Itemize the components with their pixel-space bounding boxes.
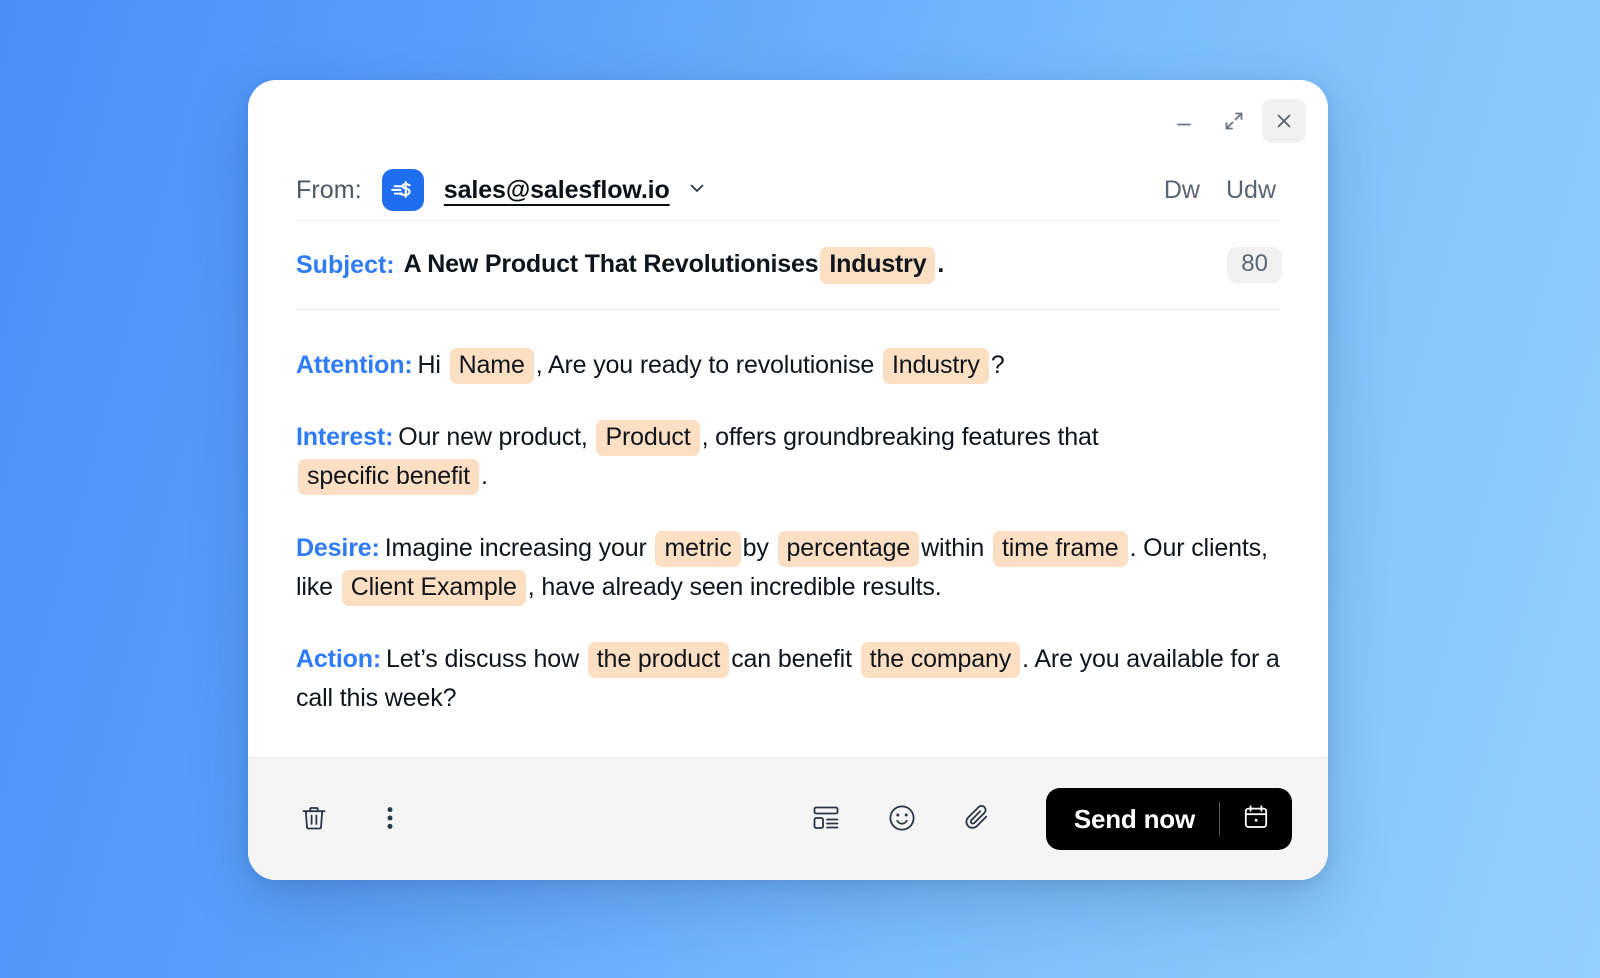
sender-email[interactable]: sales@salesflow.io [444, 176, 670, 205]
close-icon [1273, 110, 1295, 132]
interest-seg3: . [480, 462, 488, 490]
insert-emoji-button[interactable] [878, 795, 926, 843]
action-seg1: Let’s discuss how [386, 644, 579, 673]
delete-draft-button[interactable] [290, 795, 338, 843]
template-icon [810, 802, 842, 837]
attention-seg2: , Are you ready to revolutionise [535, 351, 875, 379]
desire-seg3: within [921, 533, 985, 562]
subject-text-before: A New Product That Revolutionises [403, 249, 819, 278]
send-button-group[interactable]: Send now [1045, 788, 1292, 850]
from-row: From: sales@salesflow.io Dw Udw [248, 146, 1328, 220]
interest-seg1: Our new product, [398, 422, 588, 451]
expand-icon [1222, 109, 1246, 133]
calendar-icon [1242, 803, 1270, 836]
paragraph-action: Action: Let’s discuss how the product can … [296, 640, 1280, 719]
subject-row: Subject: A New Product That Revolutionis… [248, 221, 1328, 309]
desire-tag-metric[interactable]: metric [655, 530, 741, 567]
interest-tag-benefit[interactable]: specific benefit [298, 459, 479, 495]
subject-label: Subject: [296, 250, 395, 279]
attach-file-button[interactable] [954, 795, 1002, 843]
interest-tag-product[interactable]: Product [596, 419, 700, 456]
action-label: Action: [296, 644, 382, 673]
desire-seg5: , have already seen incredible results. [527, 573, 942, 601]
toolbar-left-group [290, 795, 414, 843]
trash-icon [299, 803, 329, 836]
send-now-button[interactable]: Send now [1046, 804, 1219, 835]
paragraph-attention: Attention: Hi Name, Are you ready to revo… [296, 346, 1280, 386]
insert-template-button[interactable] [802, 795, 850, 843]
interest-label: Interest: [296, 422, 394, 451]
action-tag-product[interactable]: the product [587, 641, 730, 678]
close-button[interactable] [1262, 99, 1306, 143]
expand-button[interactable] [1212, 99, 1256, 143]
desire-tag-timeframe[interactable]: time frame [992, 530, 1128, 567]
minimize-button[interactable] [1162, 99, 1206, 143]
sender-dropdown-button[interactable] [686, 177, 708, 204]
action-tag-company[interactable]: the company [860, 641, 1021, 678]
attention-tag-industry[interactable]: Industry [882, 348, 989, 384]
action-seg2: can benefit [731, 644, 852, 673]
desire-seg2: by [742, 533, 769, 562]
compose-toolbar: Send now [248, 757, 1328, 880]
paragraph-desire: Desire: Imagine increasing your metric by … [296, 529, 1280, 608]
schedule-send-button[interactable] [1220, 788, 1292, 850]
window-controls [248, 80, 1328, 146]
chevron-down-icon [686, 177, 708, 204]
more-vertical-icon [376, 804, 404, 835]
subject-input[interactable]: A New Product That Revolutionises Indust… [403, 246, 945, 284]
paperclip-icon [962, 802, 994, 837]
recipient-toggles: Dw Udw [1164, 176, 1282, 205]
paragraph-interest: Interest: Our new product, Product, offer… [296, 418, 1280, 497]
attention-label: Attention: [296, 351, 413, 379]
smiley-icon [886, 802, 918, 837]
salesflow-logo-icon [381, 169, 424, 211]
attention-seg1: Hi [417, 351, 441, 379]
from-label: From: [296, 175, 362, 204]
bcc-toggle[interactable]: Udw [1226, 176, 1276, 205]
desire-seg1: Imagine increasing your [384, 533, 647, 562]
cc-toggle[interactable]: Dw [1164, 176, 1200, 205]
email-body[interactable]: Attention: Hi Name, Are you ready to revo… [248, 310, 1328, 757]
desire-tag-client[interactable]: Client Example [341, 570, 526, 606]
compose-email-window: From: sales@salesflow.io Dw Udw Subject:… [248, 80, 1328, 880]
desire-label: Desire: [296, 533, 380, 562]
attention-seg3: ? [990, 351, 1005, 379]
attention-tag-name[interactable]: Name [449, 348, 534, 384]
character-count-badge: 80 [1227, 247, 1282, 283]
subject-merge-tag[interactable]: Industry [820, 246, 936, 284]
subject-text-after: . [937, 249, 945, 278]
toolbar-right-group: Send now [802, 788, 1292, 850]
desire-tag-percentage[interactable]: percentage [777, 530, 920, 567]
minimize-icon [1173, 110, 1195, 132]
more-options-button[interactable] [366, 795, 414, 843]
interest-seg2: , offers groundbreaking features that [701, 422, 1099, 451]
